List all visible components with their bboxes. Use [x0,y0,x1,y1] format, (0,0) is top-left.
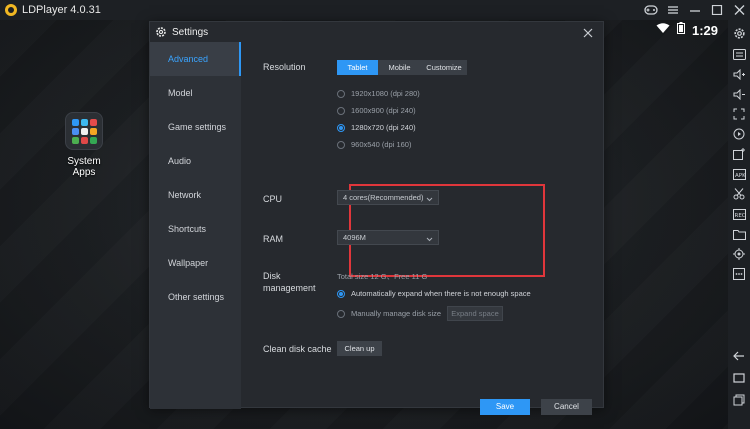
video-record-icon[interactable]: REC [731,206,747,222]
ram-value: 4096M [343,233,366,242]
radio-button[interactable] [337,309,345,318]
close-window-icon[interactable] [728,0,750,20]
disk-manual-label: Manually manage disk size [351,309,442,318]
disk-auto-expand-option[interactable]: Automatically expand when there is not e… [337,289,531,298]
disk-management-label: Disk management [263,270,316,294]
settings-gear-icon [155,26,167,38]
settings-gear-icon[interactable] [731,25,747,41]
ram-select[interactable]: 4096M [337,230,439,245]
resolution-label: Resolution [263,62,306,72]
location-icon[interactable] [731,246,747,262]
clock: 1:29 [691,22,718,38]
settings-content: Resolution Tablet Mobile Customize 1920x… [241,42,605,415]
resolution-option-1920[interactable]: 1920x1080 (dpi 280) [337,89,420,98]
fullscreen-icon[interactable] [731,106,747,122]
ldplayer-logo-icon [5,4,17,16]
apk-install-icon[interactable]: APK [731,166,747,182]
nav-audio[interactable]: Audio [150,144,241,178]
chevron-down-icon [426,194,433,202]
resolution-option-1280[interactable]: 1280x720 (dpi 240) [337,123,416,132]
chevron-down-icon [426,234,433,242]
operation-record-icon[interactable] [731,126,747,142]
tab-customize[interactable]: Customize [421,60,467,75]
resolution-option-label: 1920x1080 (dpi 280) [351,89,420,98]
expand-space-button[interactable]: Expand space [447,306,503,321]
add-window-icon[interactable] [731,146,747,162]
wifi-icon [656,21,670,39]
menu-icon[interactable] [662,0,684,20]
resolution-option-label: 960x540 (dpi 160) [351,140,412,149]
radio-button-selected[interactable] [337,289,345,298]
nav-shortcuts[interactable]: Shortcuts [150,212,241,246]
tab-tablet[interactable]: Tablet [337,60,378,75]
clean-cache-label: Clean disk cache [263,344,332,354]
right-toolbar: APK REC [728,20,750,429]
status-bar: 1:29 [656,21,718,39]
disk-label-line1: Disk [263,271,281,281]
folder-icon[interactable] [731,226,747,242]
disk-label-line2: management [263,283,316,293]
save-button[interactable]: Save [480,399,530,415]
radio-button[interactable] [337,106,345,115]
cancel-button[interactable]: Cancel [541,399,592,415]
system-apps-shortcut[interactable]: System Apps [55,112,113,178]
svg-text:REC: REC [734,213,745,219]
battery-icon [676,21,685,39]
nav-wallpaper[interactable]: Wallpaper [150,246,241,280]
system-apps-label: System Apps [67,156,101,178]
disk-manual-option[interactable]: Manually manage disk size [337,309,441,318]
resolution-option-1600[interactable]: 1600x900 (dpi 240) [337,106,416,115]
disk-auto-label: Automatically expand when there is not e… [351,289,531,298]
resolution-option-960[interactable]: 960x540 (dpi 160) [337,140,411,149]
resolution-option-label: 1280x720 (dpi 240) [351,123,416,132]
cpu-select[interactable]: 4 cores(Recommended) [337,190,439,205]
volume-up-icon[interactable] [731,66,747,82]
volume-down-icon[interactable] [731,86,747,102]
title-bar: LDPlayer 4.0.31 [0,0,750,20]
dialog-title: Settings [172,26,209,38]
ram-label: RAM [263,234,283,244]
resolution-mode-tabs: Tablet Mobile Customize [337,60,467,75]
tab-mobile[interactable]: Mobile [378,60,421,75]
nav-network[interactable]: Network [150,178,241,212]
scissors-icon[interactable] [731,186,747,202]
window-controls [640,0,750,20]
dialog-header: Settings [150,22,603,42]
settings-sidebar: Advanced Model Game settings Audio Netwo… [150,42,241,409]
gamepad-icon[interactable] [640,0,662,20]
radio-button[interactable] [337,140,345,149]
resolution-option-label: 1600x900 (dpi 240) [351,106,416,115]
system-apps-icon [65,112,103,150]
radio-button-selected[interactable] [337,123,345,132]
minimize-icon[interactable] [684,0,706,20]
back-icon[interactable] [731,348,747,364]
nav-model[interactable]: Model [150,76,241,110]
disk-size-info: Total size 12 G、Free 11 G [337,272,428,281]
settings-dialog: Settings Advanced Model Game settings Au… [149,21,605,415]
nav-advanced[interactable]: Advanced [150,42,241,76]
recent-apps-icon[interactable] [731,392,747,408]
close-icon[interactable] [582,26,594,38]
cpu-value: 4 cores(Recommended) [343,193,424,202]
more-icon[interactable] [731,266,747,282]
keyboard-icon[interactable] [731,46,747,62]
nav-other-settings[interactable]: Other settings [150,280,241,314]
radio-button[interactable] [337,89,345,98]
maximize-icon[interactable] [706,0,728,20]
clean-up-button[interactable]: Clean up [337,341,382,356]
cpu-label: CPU [263,194,283,204]
app-title: LDPlayer 4.0.31 [22,4,101,16]
home-icon[interactable] [731,370,747,386]
nav-game-settings[interactable]: Game settings [150,110,241,144]
svg-text:APK: APK [735,173,746,179]
